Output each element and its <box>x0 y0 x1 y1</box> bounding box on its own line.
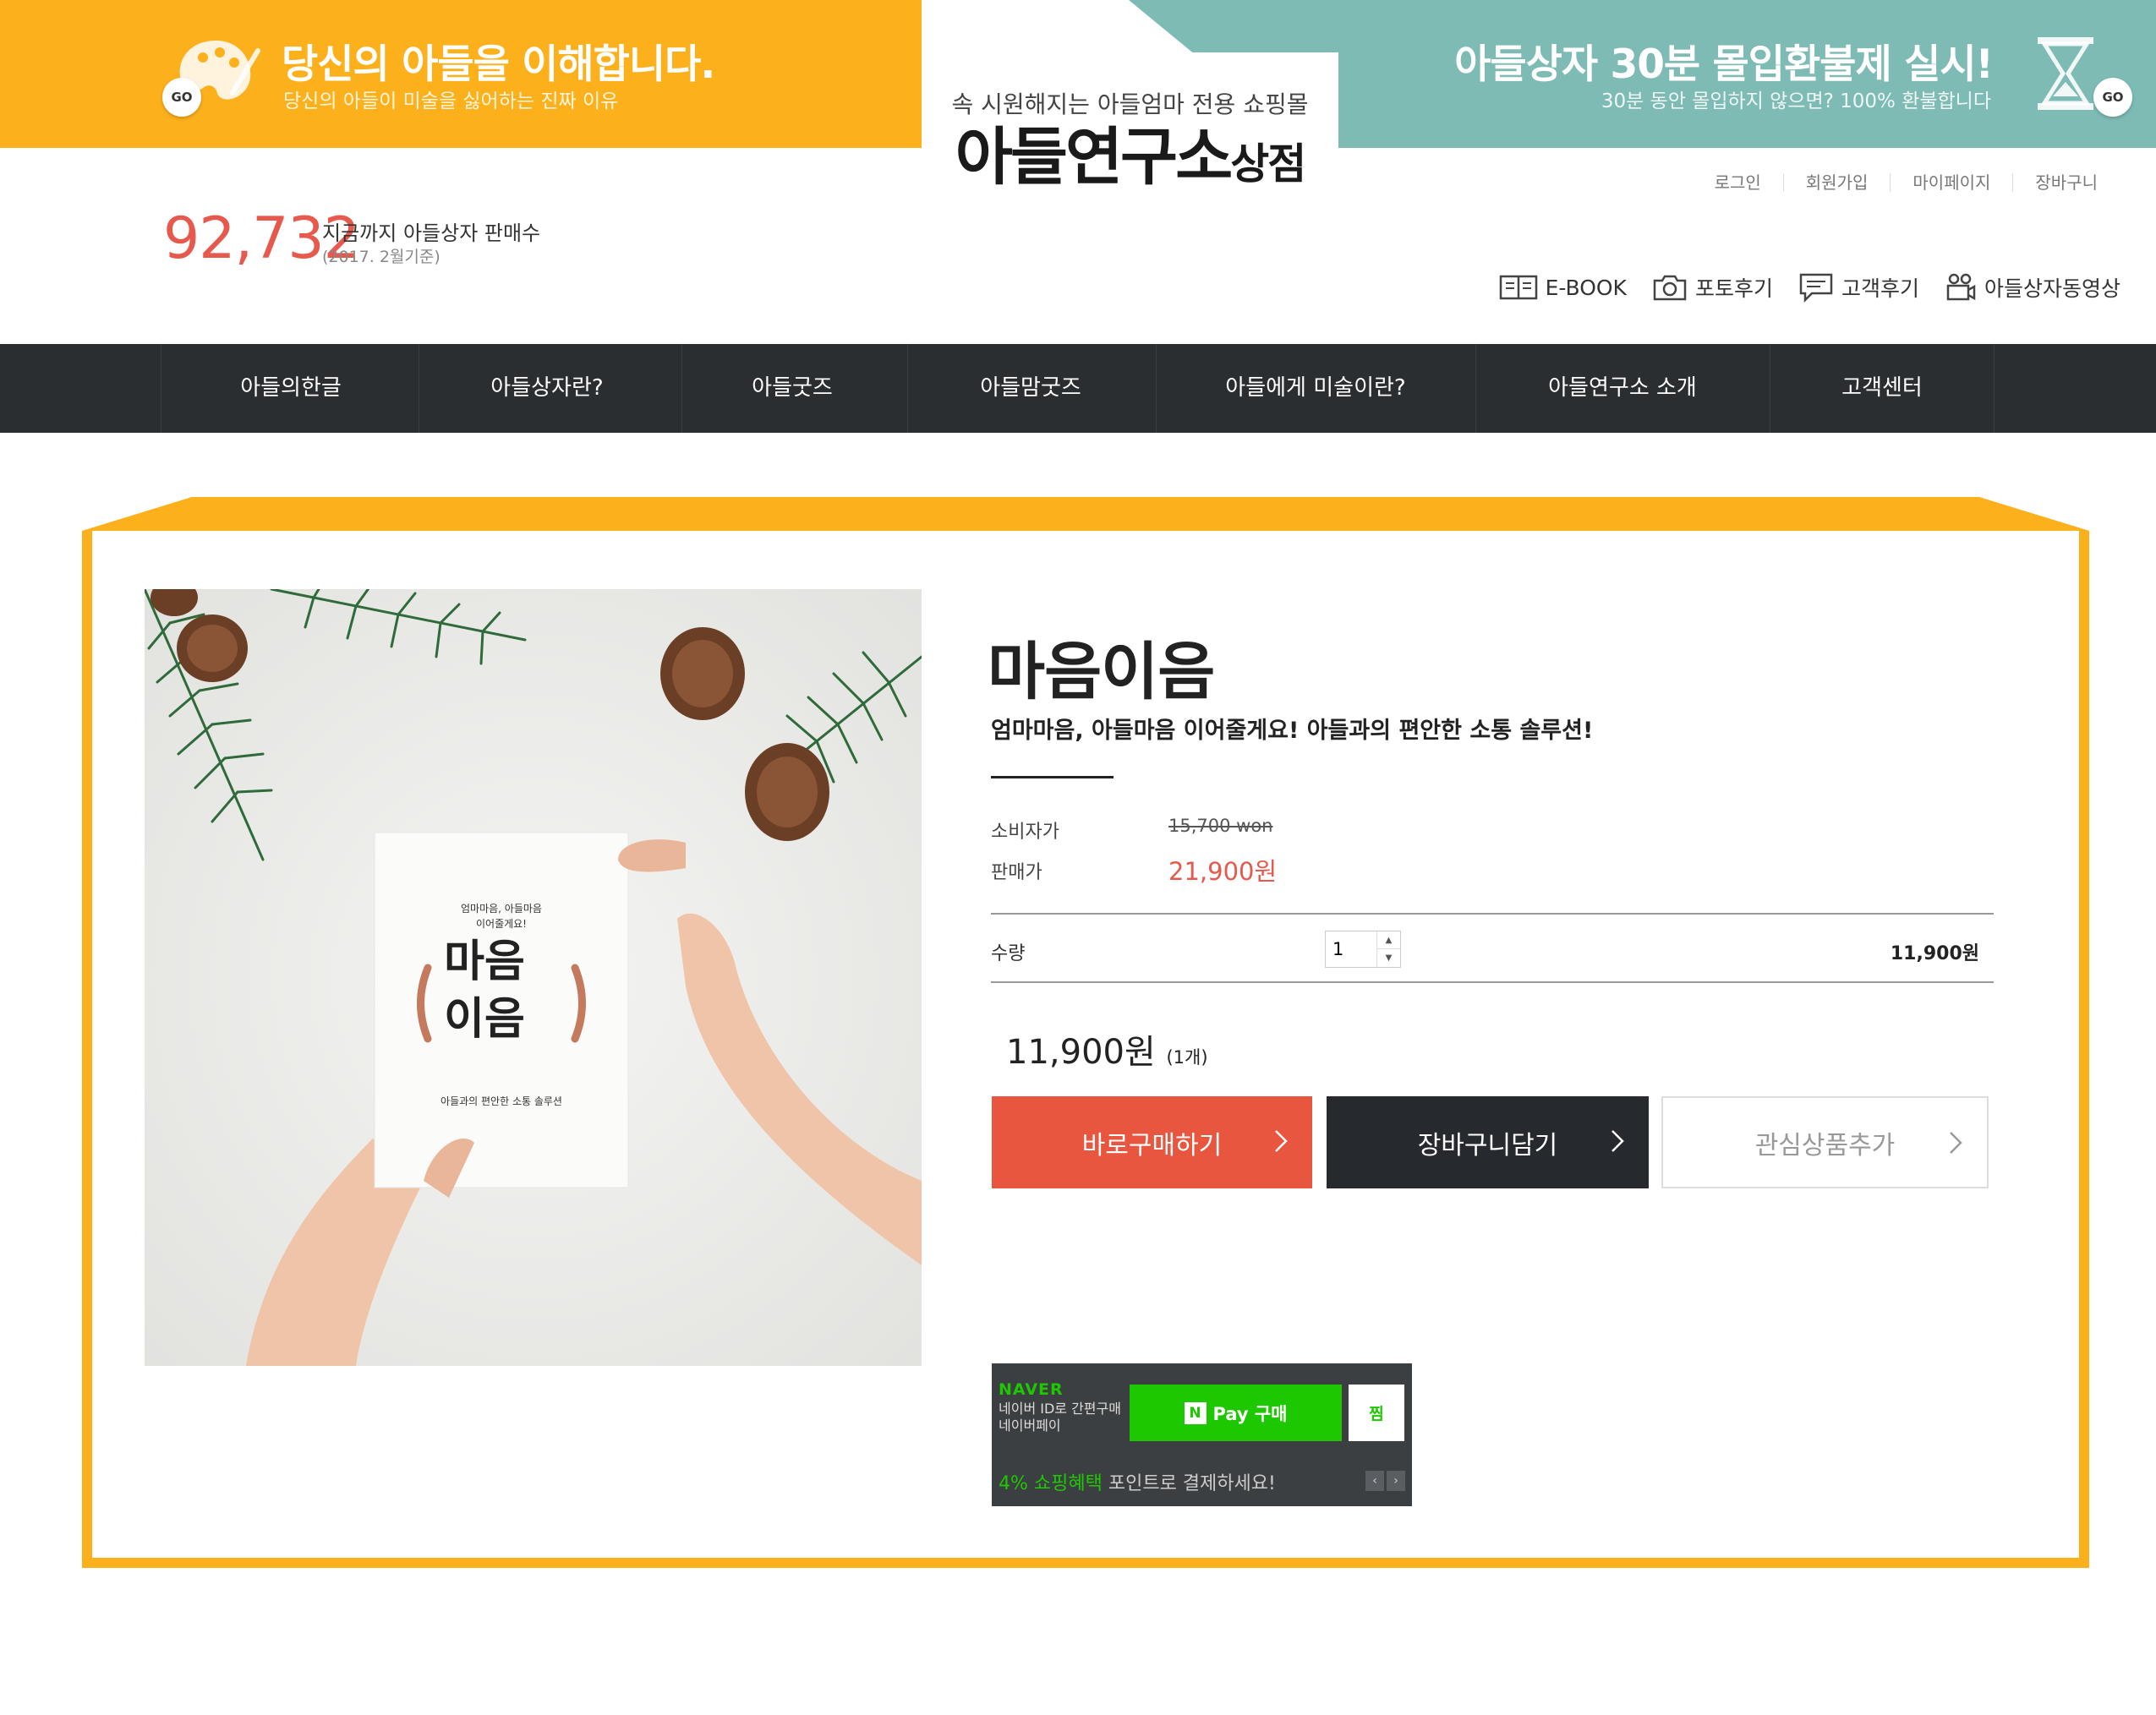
add-to-wishlist-label: 관심상품추가 <box>1754 1130 1896 1161</box>
nav-item-mom-goods[interactable]: 아들맘굿즈 <box>980 344 1081 433</box>
nav-item-box[interactable]: 아들상자란? <box>490 344 603 433</box>
banner-left-title: 당신의 아들을 이해합니다. <box>282 41 715 88</box>
buy-now-button[interactable]: 바로구매하기 <box>992 1096 1312 1188</box>
customer-review-link[interactable]: 고객후기 <box>1798 272 1919 303</box>
photo-review-label: 포토후기 <box>1694 276 1773 301</box>
add-to-cart-button[interactable]: 장바구니담기 <box>1327 1096 1649 1188</box>
logo-name-suffix: 상점 <box>1230 139 1306 188</box>
nav-separator <box>1994 344 1995 433</box>
hourglass-icon <box>2038 37 2093 110</box>
add-to-cart-label: 장바구니담기 <box>1417 1130 1558 1161</box>
card-footer: 아들과의 편안한 소통 솔루션 <box>441 1095 562 1107</box>
logo-name-main: 아들연구소 <box>955 121 1233 194</box>
total-amount: 11,900원 <box>1006 1033 1156 1072</box>
video-label: 아들상자동영상 <box>1984 276 2120 301</box>
mypage-link[interactable]: 마이페이지 <box>1890 173 2012 192</box>
nav-item-about[interactable]: 아들연구소 소개 <box>1548 344 1697 433</box>
video-link[interactable]: 아들상자동영상 <box>1945 272 2120 303</box>
naver-promo-rest: 포인트로 결제하세요! <box>1102 1473 1276 1494</box>
product-subtitle: 엄마마음, 아들마음 이어줄게요! 아들과의 편안한 소통 솔루션! <box>991 718 1594 744</box>
logo-tagline: 속 시원해지는 아들엄마 전용 쇼핑몰 <box>951 90 1309 118</box>
sales-count-date: (2017. 2월기준) <box>322 248 441 266</box>
main-nav: 아들의한글 아들상자란? 아들굿즈 아들맘굿즈 아들에게 미술이란? 아들연구소… <box>0 344 2156 433</box>
naver-pay-button[interactable]: N Pay 구매 <box>1130 1385 1342 1441</box>
option-rule-top <box>991 913 1994 915</box>
customer-review-label: 고객후기 <box>1841 276 1919 301</box>
naver-pay-desc-line2: 네이버페이 <box>999 1417 1061 1434</box>
login-link[interactable]: 로그인 <box>1693 173 1783 192</box>
quantity-stepper: ▲ ▼ <box>1325 931 1401 968</box>
nav-separator <box>1156 344 1157 433</box>
naver-promo-highlight: 4% 쇼핑혜택 <box>999 1473 1103 1494</box>
quantity-label: 수량 <box>991 943 1026 964</box>
retail-price: 15,700 won <box>1168 816 1273 836</box>
card-title-bottom: 이음 <box>444 994 525 1045</box>
card-line1: 엄마마음, 아들마음 <box>461 903 542 915</box>
video-camera-icon <box>1946 273 1976 301</box>
nav-separator <box>681 344 682 433</box>
nav-item-hangul[interactable]: 아들의한글 <box>240 344 342 433</box>
sales-count-label: 지금까지 아들상자 판매수 <box>322 221 541 245</box>
site-logo[interactable]: 속 시원해지는 아들엄마 전용 쇼핑몰 아들연구소상점 <box>922 52 1338 191</box>
signup-link[interactable]: 회원가입 <box>1782 173 1891 192</box>
quick-links: E-BOOK 포토후기 고객후기 아들상자동영상 <box>1499 272 2120 303</box>
total-price: 11,900원 (1개) <box>1006 1024 1208 1073</box>
chevron-right-icon <box>1612 1130 1624 1152</box>
naver-n-icon: N <box>1184 1401 1207 1424</box>
promo-banner-left[interactable]: GO 당신의 아들을 이해합니다. 당신의 아들이 미술을 싫어하는 진짜 이유 <box>0 0 922 148</box>
card-line2: 이어줄게요! <box>476 918 527 930</box>
utility-links: 로그인 회원가입 마이페이지 장바구니 <box>1693 173 2120 192</box>
naver-promo-text: 4% 쇼핑혜택 포인트로 결제하세요! <box>999 1468 1276 1495</box>
frame-top-lid <box>82 497 2089 531</box>
naver-brand: NAVER <box>999 1380 1064 1399</box>
buy-now-label: 바로구매하기 <box>1081 1130 1223 1161</box>
book-icon <box>1499 275 1537 300</box>
camera-icon <box>1653 275 1687 301</box>
quantity-decrease-button[interactable]: ▼ <box>1376 949 1400 967</box>
nav-item-art[interactable]: 아들에게 미술이란? <box>1225 344 1405 433</box>
quantity-input[interactable] <box>1326 931 1376 967</box>
product-image: 엄마마음, 아들마음 이어줄게요! 마음 이음 아들과의 편안한 소통 솔루션 <box>145 589 922 1366</box>
ebook-link[interactable]: E-BOOK <box>1499 272 1627 303</box>
photo-review-link[interactable]: 포토후기 <box>1652 272 1773 303</box>
nav-separator <box>907 344 908 433</box>
chevron-right-icon[interactable]: › <box>1387 1471 1405 1491</box>
option-rule-bottom <box>991 981 1994 983</box>
naver-promo-pager: ‹ › <box>1365 1471 1405 1491</box>
naver-zzim-button[interactable]: 찜 <box>1349 1385 1404 1441</box>
go-button-right[interactable]: GO <box>2093 78 2132 117</box>
naver-pay-label: Pay 구매 <box>1212 1403 1288 1424</box>
sale-price: 21,900원 <box>1168 857 1278 886</box>
banner-right-title: 아들상자 30분 몰입환불제 실시! <box>1454 41 1994 88</box>
product-title: 마음이음 <box>988 636 1215 708</box>
quantity-increase-button[interactable]: ▲ <box>1376 931 1400 949</box>
chevron-left-icon[interactable]: ‹ <box>1365 1471 1384 1491</box>
banner-left-subtitle: 당신의 아들이 미술을 싫어하는 진짜 이유 <box>283 90 619 112</box>
naver-pay-widget: NAVER 네이버 ID로 간편구매 네이버페이 N Pay 구매 찜 4% 쇼… <box>992 1363 1412 1506</box>
go-button-left[interactable]: GO <box>162 78 201 117</box>
add-to-wishlist-button[interactable]: 관심상품추가 <box>1661 1096 1989 1188</box>
nav-separator <box>1475 344 1476 433</box>
option-line-price: 11,900원 <box>1890 943 1979 964</box>
nav-item-son-goods[interactable]: 아들굿즈 <box>752 344 833 433</box>
naver-pay-description: 네이버 ID로 간편구매 네이버페이 <box>999 1401 1121 1434</box>
chevron-right-icon <box>1275 1130 1288 1152</box>
cart-link[interactable]: 장바구니 <box>2012 173 2120 192</box>
sale-price-label: 판매가 <box>991 862 1042 883</box>
total-count: (1개) <box>1166 1047 1208 1068</box>
chevron-right-icon <box>1950 1132 1962 1154</box>
logo-name: 아들연구소상점 <box>922 123 1338 198</box>
logo-notch <box>1057 0 1201 59</box>
card-title-top: 마음 <box>444 937 525 987</box>
ebook-label: E-BOOK <box>1545 275 1627 300</box>
chat-icon <box>1799 273 1833 303</box>
nav-item-support[interactable]: 고객센터 <box>1841 344 1923 433</box>
retail-price-label: 소비자가 <box>991 822 1059 843</box>
banner-right-subtitle: 30분 동안 몰입하지 않으면? 100% 환불합니다 <box>1601 90 1991 112</box>
title-divider <box>991 776 1114 778</box>
naver-pay-desc-line1: 네이버 ID로 간편구매 <box>999 1401 1121 1417</box>
product-photo: 엄마마음, 아들마음 이어줄게요! 마음 이음 아들과의 편안한 소통 솔루션 <box>145 589 922 1366</box>
